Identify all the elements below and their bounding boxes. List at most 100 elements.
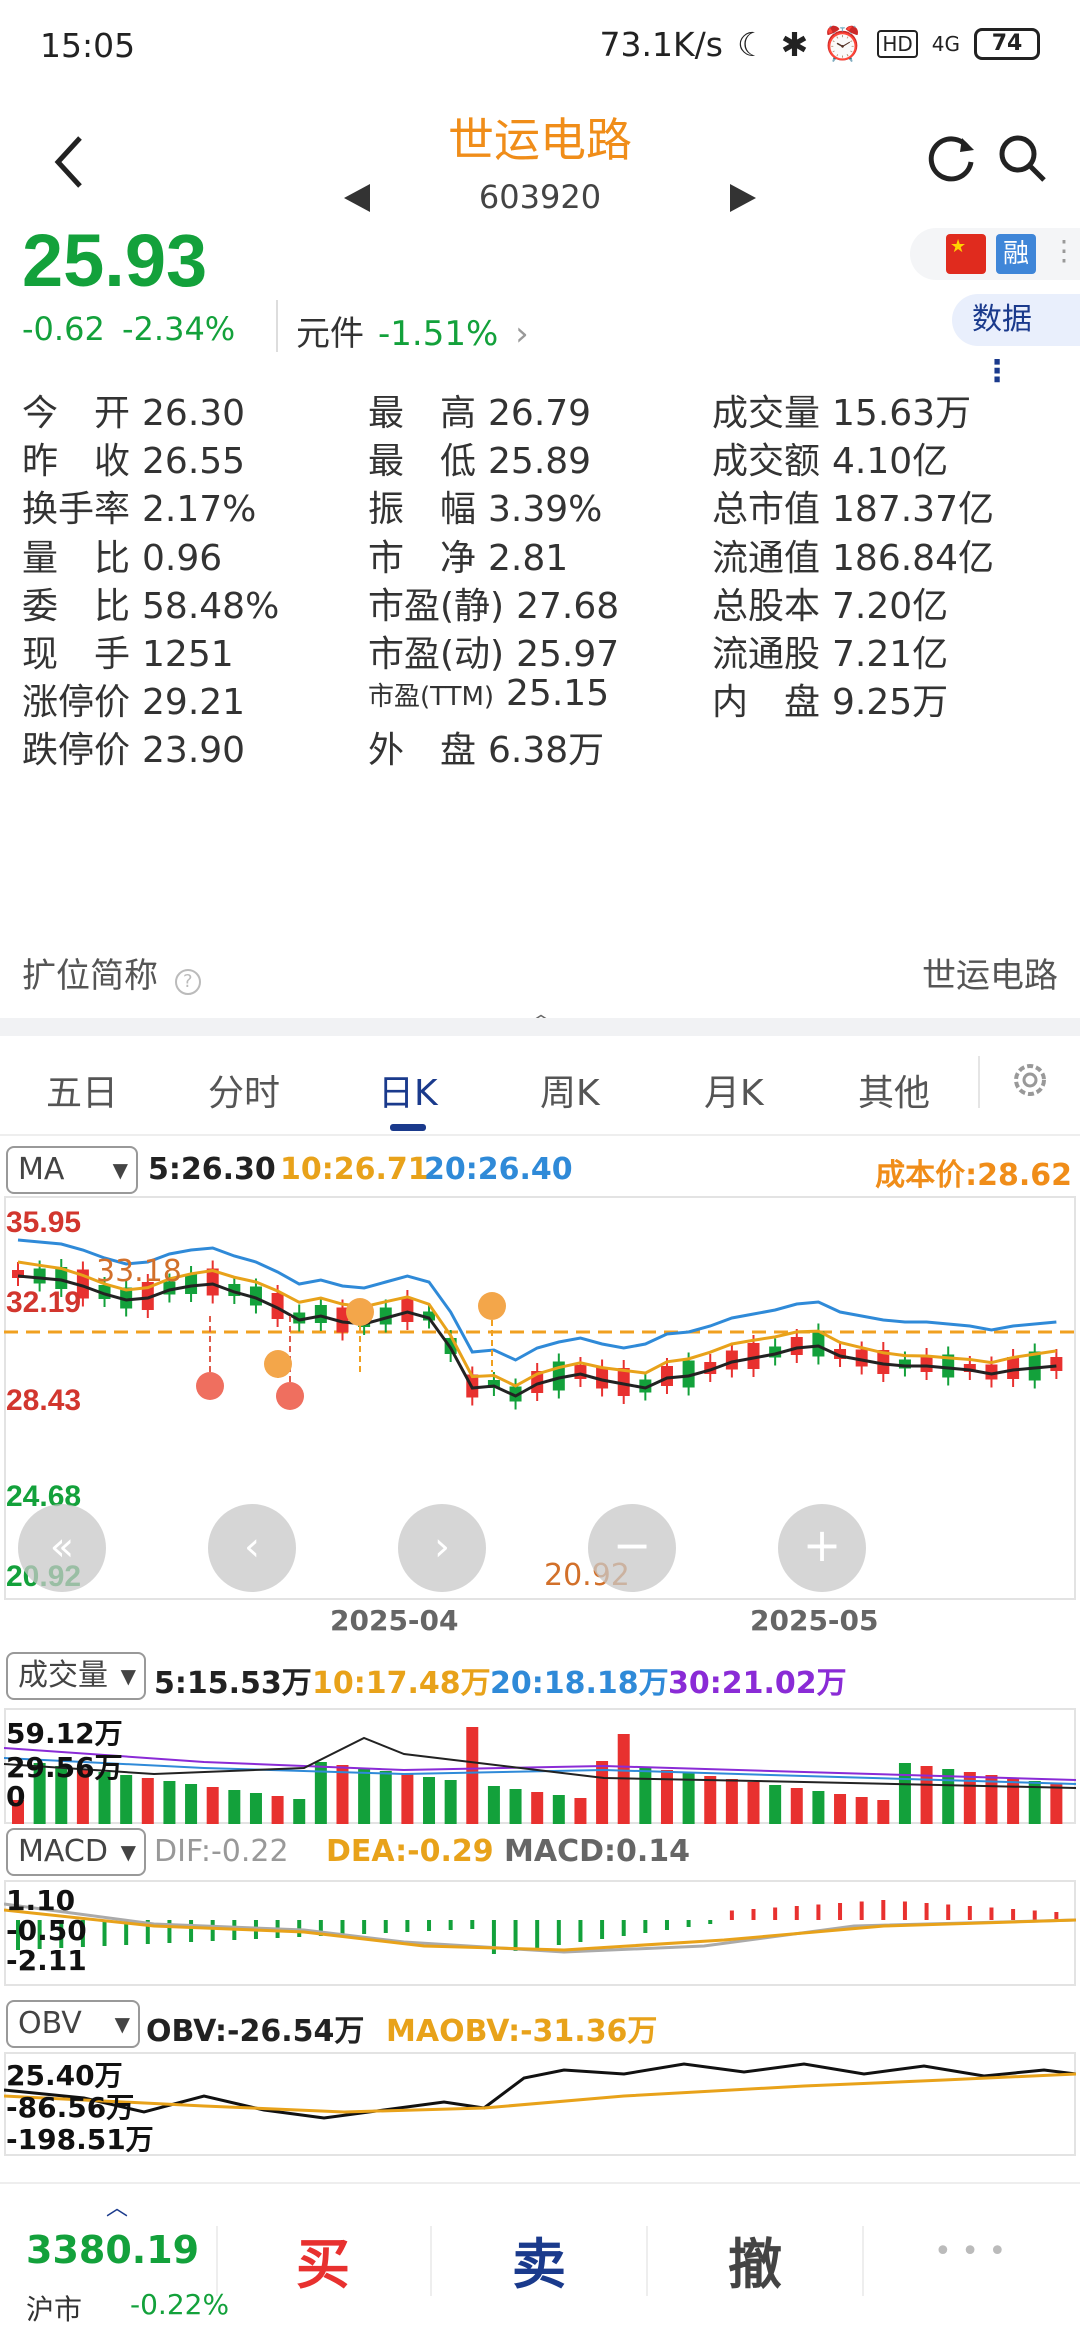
quote-field-value: 26.30 [142, 393, 246, 434]
ma-selector[interactable]: MA ▼ [6, 1146, 138, 1194]
macd-y-max: 1.10 [6, 1884, 76, 1917]
volume-bar [228, 1790, 241, 1824]
quote-field: 内 盘 9.25万 [712, 673, 948, 725]
volume-bar [790, 1788, 803, 1824]
quote-field-value: 6.38万 [488, 730, 605, 772]
maobv-value: MAOBV:-31.36万 [386, 2014, 658, 2049]
quote-field: 外 盘 6.38万 [368, 721, 604, 773]
candle-body [660, 1366, 673, 1386]
tags-box[interactable]: ★ 融 ⋮ [910, 228, 1080, 280]
quote-field-label: 市盈(动) [368, 634, 505, 675]
quote-field: 量 比 0.96 [22, 529, 222, 581]
tab-intraday[interactable]: 分时 [208, 1064, 280, 1116]
next-stock-arrow-icon[interactable] [730, 184, 756, 212]
more-button[interactable]: • • • [934, 2234, 1006, 2269]
obv-y-min: -198.51万 [6, 2123, 154, 2156]
refresh-icon[interactable] [924, 132, 978, 186]
jump-start-button[interactable]: « [18, 1504, 106, 1592]
tab-daily-k[interactable]: 日K [378, 1064, 438, 1116]
obv-selector[interactable]: OBV ▼ [6, 2000, 140, 2048]
vol-ma5-line [4, 1736, 1076, 1789]
chart-tabs: 五日 分时 日K 周K 月K 其他 [0, 1036, 1080, 1136]
volume-bar [834, 1794, 847, 1824]
quote-field-label: 外 盘 [368, 730, 477, 772]
volume-bar [1050, 1784, 1063, 1824]
macd-chart[interactable] [4, 1880, 1076, 1986]
search-icon[interactable] [996, 132, 1050, 186]
signal-icon: 4G [931, 32, 960, 56]
x-label-april: 2025-04 [330, 1604, 459, 1637]
quote-field-label: 总股本 [712, 585, 821, 627]
quote-field: 跌停价 23.90 [22, 721, 245, 773]
quote-field-label: 涨停价 [22, 682, 131, 724]
battery-icon: 74 [974, 28, 1040, 60]
quote-field-value: 187.37亿 [832, 489, 994, 531]
tab-other[interactable]: 其他 [858, 1064, 930, 1116]
candle-body [790, 1337, 803, 1355]
volume-bar [336, 1765, 349, 1824]
quote-field: 现 手 1251 [22, 625, 234, 677]
ma-selector-label: MA [18, 1152, 65, 1187]
quote-field-label: 现 手 [22, 634, 131, 675]
buy-button[interactable]: 买 [296, 2220, 350, 2299]
quote-field: 总市值 187.37亿 [712, 480, 994, 532]
price-change-pct: -2.34% [122, 310, 236, 348]
volume-bar [358, 1768, 371, 1824]
expand-chevron-icon[interactable]: ︿ [106, 2190, 128, 2222]
volume-bar [466, 1727, 479, 1824]
macd-dif: DIF:-0.22 [154, 1834, 289, 1869]
quote-field-value: 9.25万 [832, 682, 949, 724]
tab-monthly-k[interactable]: 月K [704, 1064, 764, 1116]
volume-bar [574, 1798, 587, 1824]
volume-bar [1007, 1778, 1020, 1824]
quote-field: 换手率 2.17% [22, 480, 256, 532]
quote-field: 最 低 25.89 [368, 432, 591, 484]
sell-button[interactable]: 卖 [512, 2220, 566, 2299]
candle-body [920, 1356, 933, 1372]
quote-field: 委 比 58.48% [22, 577, 279, 629]
scroll-left-button[interactable]: ‹ [208, 1504, 296, 1592]
chevron-down-icon: ▼ [112, 1158, 128, 1182]
data-button[interactable]: 数据 ⋮ [952, 294, 1080, 389]
volume-bar [747, 1782, 760, 1824]
candle-body [812, 1331, 825, 1357]
vol30-value: 30:21.02万 [668, 1666, 847, 1701]
index-name: 沪市 [26, 2293, 83, 2326]
status-time: 15:05 [40, 26, 136, 65]
macd-selector[interactable]: MACD ▼ [6, 1828, 146, 1876]
settings-gear-icon[interactable] [1008, 1058, 1052, 1102]
cancel-order-button[interactable]: 撤 [728, 2220, 782, 2299]
candle-body [314, 1305, 327, 1323]
volume-bar [401, 1774, 414, 1824]
sector-link[interactable]: 元件 -1.51% › [296, 306, 529, 355]
cost-price: 成本价:28.62 [875, 1158, 1072, 1193]
index-value[interactable]: 3380.19 [26, 2228, 199, 2272]
zoom-in-button[interactable]: + [778, 1504, 866, 1592]
volume-bar [898, 1763, 911, 1824]
tab-five-day[interactable]: 五日 [46, 1064, 118, 1116]
quote-field-value: 29.21 [142, 682, 246, 724]
volume-bar [293, 1799, 306, 1824]
zoom-out-button[interactable]: − [588, 1504, 676, 1592]
quote-field: 总股本 7.20亿 [712, 577, 948, 629]
quote-field-label: 成交额 [712, 441, 821, 483]
tab-weekly-k[interactable]: 周K [540, 1064, 600, 1116]
help-icon[interactable]: ? [174, 969, 201, 995]
quote-field-label: 今 开 [22, 393, 131, 434]
trade-marker [346, 1298, 374, 1326]
ma20-value: 20:26.40 [424, 1152, 573, 1187]
china-flag-icon: ★ [946, 234, 986, 274]
obv-chart[interactable] [4, 2052, 1076, 2156]
volume-chart[interactable] [4, 1708, 1076, 1824]
chevron-down-icon: ▼ [120, 1840, 136, 1864]
quote-field: 昨 收 26.55 [22, 432, 245, 484]
trade-marker [264, 1350, 292, 1378]
data-button-label: 数据 [972, 302, 1032, 337]
scroll-right-button[interactable]: › [398, 1504, 486, 1592]
y-label-high: 35.95 [6, 1206, 82, 1239]
quote-field-label: 昨 收 [22, 441, 131, 483]
volume-bar [423, 1777, 436, 1824]
sector-change: -1.51% [378, 314, 499, 354]
volume-selector[interactable]: 成交量 ▼ [6, 1652, 146, 1700]
trade-marker [478, 1292, 506, 1320]
